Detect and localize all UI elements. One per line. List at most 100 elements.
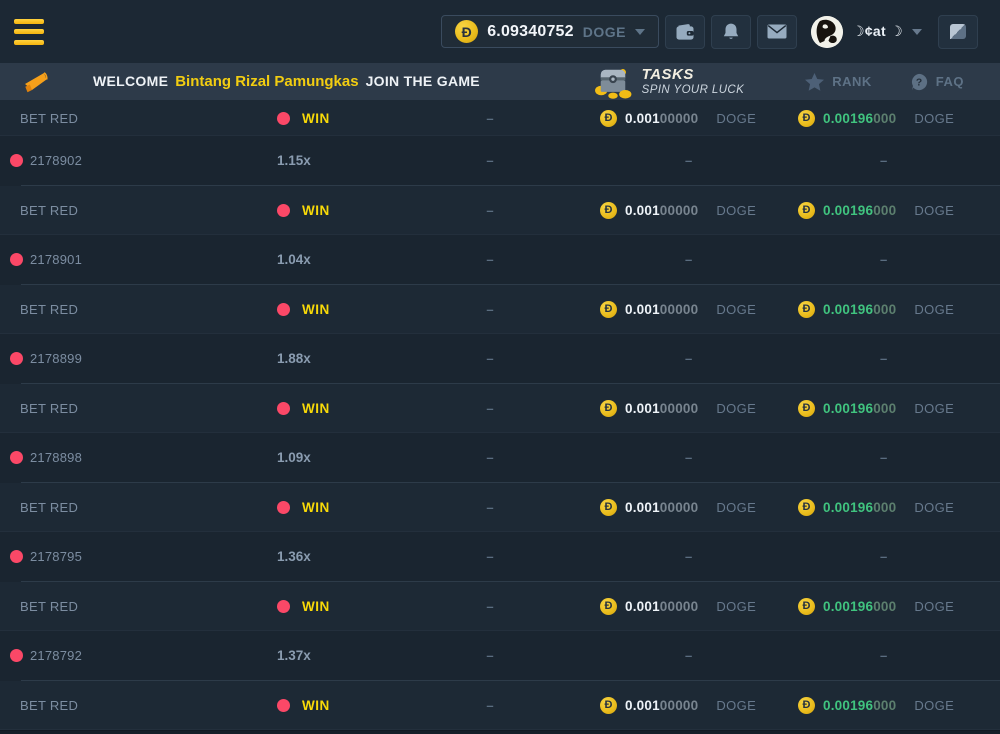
bet-currency: DOGE [716,698,756,713]
result-cell: WIN [245,401,425,416]
bet-amount: 0.00100000 [625,698,698,713]
bet-currency: DOGE [716,401,756,416]
bet-label-cell: BET RED [0,111,245,126]
empty-cell: – [425,203,555,218]
rank-label: RANK [832,74,872,89]
profit-amount-cell: Đ 0.00196000 DOGE [755,697,1000,714]
table-row-bet[interactable]: BET RED WIN – Đ 0.00100000 DOGE Đ 0.0019… [0,285,1000,335]
bet-amount: 0.00100000 [625,203,698,218]
bet-currency: DOGE [716,599,756,614]
round-red-dot-icon [10,154,23,167]
wallet-button[interactable] [665,15,705,49]
win-red-dot-icon [277,303,290,316]
round-id: 2178899 [30,351,82,366]
table-row-round[interactable]: 2178901 1.04x – – – [0,235,1000,285]
bet-label: BET RED [20,203,78,218]
empty-value: – [685,252,692,267]
win-red-dot-icon [277,402,290,415]
empty-cell: – [425,153,555,168]
profit-currency: DOGE [914,302,954,317]
notifications-button[interactable] [711,15,751,49]
win-red-dot-icon [277,600,290,613]
mail-icon [767,24,787,39]
profit-amount: 0.00196000 [823,698,896,713]
round-id-cell: 2178792 [0,648,245,663]
tasks-link[interactable]: TASKS SPIN YOUR LUCK [594,65,745,99]
round-id-cell: 2178901 [0,252,245,267]
bet-label: BET RED [20,401,78,416]
multiplier-cell: 1.88x [245,351,425,366]
table-row-bet[interactable]: BET RED WIN – Đ 0.00100000 DOGE Đ 0.0019… [0,100,1000,136]
faq-label: FAQ [936,74,964,89]
bet-label: BET RED [20,500,78,515]
round-id: 2178901 [30,252,82,267]
empty-value: – [486,450,493,465]
bet-label: BET RED [20,302,78,317]
profit-amount-cell: Đ 0.00196000 DOGE [755,110,1000,127]
round-multiplier: 1.37x [277,648,311,663]
profit-currency: DOGE [914,111,954,126]
empty-cell: – [555,450,755,465]
treasure-chest-icon [594,65,632,99]
empty-cell: – [425,549,555,564]
empty-cell: – [755,252,1000,267]
profile-menu[interactable]: ☽¢at ☽ [811,16,922,48]
star-icon [805,73,824,91]
empty-value: – [880,252,887,267]
bet-amount-cell: Đ 0.00100000 DOGE [555,598,755,615]
empty-cell: – [425,500,555,515]
rank-link[interactable]: RANK [805,73,872,91]
faq-link[interactable]: ? FAQ [910,73,964,91]
bet-amount: 0.00100000 [625,401,698,416]
empty-value: – [486,351,493,366]
bet-result: WIN [302,599,330,614]
doge-coin-icon: Đ [600,301,617,318]
round-id-cell: 2178902 [0,153,245,168]
empty-value: – [486,111,493,126]
round-red-dot-icon [10,253,23,266]
table-row-round[interactable]: 2178902 1.15x – – – [0,136,1000,186]
chat-toggle-button[interactable] [938,15,978,49]
welcome-player-name: Bintang Rizal Pamungkas [175,73,358,90]
table-row-bet[interactable]: BET RED WIN – Đ 0.00100000 DOGE Đ 0.0019… [0,186,1000,236]
profit-amount: 0.00196000 [823,599,896,614]
bet-amount-cell: Đ 0.00100000 DOGE [555,301,755,318]
round-red-dot-icon [10,451,23,464]
table-row-bet[interactable]: BET RED WIN – Đ 0.00100000 DOGE Đ 0.0019… [0,483,1000,533]
table-row-round[interactable]: 2178899 1.88x – – – [0,334,1000,384]
balance-selector[interactable]: Đ 6.09340752 DOGE [441,15,659,48]
profit-amount-cell: Đ 0.00196000 DOGE [755,400,1000,417]
empty-cell: – [425,111,555,126]
doge-coin-icon: Đ [600,499,617,516]
messages-button[interactable] [757,15,797,49]
round-id: 2178902 [30,153,82,168]
doge-coin-icon: Đ [798,697,815,714]
table-row-round[interactable]: 2178792 1.37x – – – [0,631,1000,681]
round-multiplier: 1.09x [277,450,311,465]
doge-coin-icon: Đ [600,400,617,417]
bet-label-cell: BET RED [0,500,245,515]
profit-currency: DOGE [914,203,954,218]
question-mark-icon: ? [910,73,928,91]
table-row-round[interactable]: 2178795 1.36x – – – [0,532,1000,582]
table-row-bet[interactable]: BET RED WIN – Đ 0.00100000 DOGE Đ 0.0019… [0,582,1000,632]
multiplier-cell: 1.09x [245,450,425,465]
empty-cell: – [425,599,555,614]
svg-text:?: ? [916,77,922,88]
empty-value: – [486,252,493,267]
empty-value: – [486,599,493,614]
table-row-round[interactable]: 2178898 1.09x – – – [0,433,1000,483]
empty-cell: – [555,549,755,564]
empty-cell: – [755,648,1000,663]
table-row-bet[interactable]: BET RED WIN – Đ 0.00100000 DOGE Đ 0.0019… [0,384,1000,434]
empty-cell: – [555,153,755,168]
table-row-bet[interactable]: BET RED WIN – Đ 0.00100000 DOGE Đ 0.0019… [0,681,1000,731]
empty-cell: – [425,648,555,663]
empty-cell: – [555,351,755,366]
menu-hamburger-icon[interactable] [14,19,44,45]
profit-currency: DOGE [914,698,954,713]
empty-value: – [486,203,493,218]
doge-coin-icon: Đ [798,598,815,615]
profit-amount: 0.00196000 [823,500,896,515]
profit-amount: 0.00196000 [823,401,896,416]
